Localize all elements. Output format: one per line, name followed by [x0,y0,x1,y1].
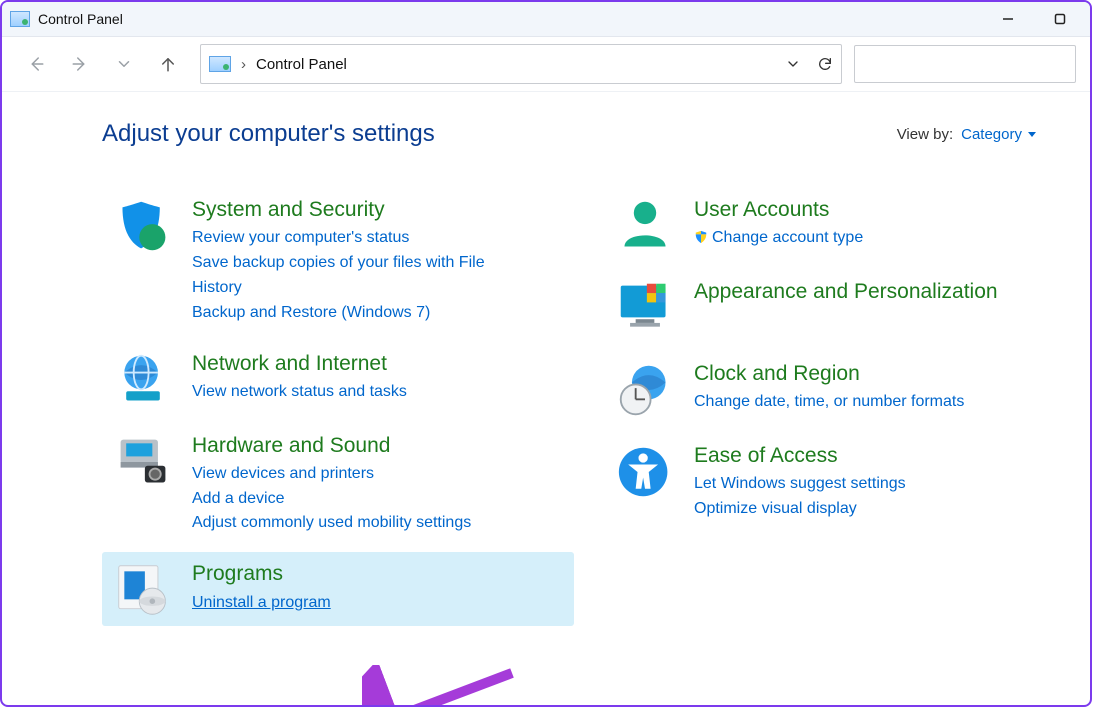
task-link-add-device[interactable]: Add a device [192,487,532,512]
globe-icon [113,352,173,408]
breadcrumb-control-panel[interactable]: Control Panel [256,56,347,73]
breadcrumb-chevron-icon: › [241,56,246,73]
forward-button[interactable] [60,44,100,84]
categories-column-left: System and Security Review your computer… [102,188,574,634]
category-user-accounts[interactable]: User Accounts Change account type [604,188,1076,262]
category-clock-and-region[interactable]: Clock and Region Change date, time, or n… [604,352,1076,426]
search-input[interactable] [854,45,1076,83]
uac-shield-icon [694,230,708,244]
control-panel-icon [10,11,30,27]
category-title: Hardware and Sound [192,432,564,460]
task-link-change-date-formats[interactable]: Change date, time, or number formats [694,390,1034,415]
address-bar[interactable]: › Control Panel [200,44,842,84]
chevron-down-icon [1028,132,1036,137]
task-link-mobility-settings[interactable]: Adjust commonly used mobility settings [192,511,532,536]
category-title: System and Security [192,196,564,224]
task-link-file-history[interactable]: Save backup copies of your files with Fi… [192,251,532,301]
task-link-backup-restore[interactable]: Backup and Restore (Windows 7) [192,301,532,326]
category-ease-of-access[interactable]: Ease of Access Let Windows suggest setti… [604,434,1076,530]
printer-camera-icon [113,434,173,490]
category-title: User Accounts [694,196,1066,224]
control-panel-mini-icon [209,56,231,72]
monitor-icon [615,280,675,336]
task-link-windows-suggest[interactable]: Let Windows suggest settings [694,472,1034,497]
category-title: Network and Internet [192,350,564,378]
window-title: Control Panel [38,11,123,27]
view-by-dropdown[interactable]: Category [961,126,1036,143]
categories-column-right: User Accounts Change account type [604,188,1076,634]
up-button[interactable] [148,44,188,84]
programs-icon [113,562,173,618]
category-programs[interactable]: Programs Uninstall a program [102,552,574,626]
category-system-and-security[interactable]: System and Security Review your computer… [102,188,574,334]
category-network-and-internet[interactable]: Network and Internet View network status… [102,342,574,416]
category-title: Clock and Region [694,360,1066,388]
category-title: Ease of Access [694,442,1066,470]
page-header-row: Adjust your computer's settings View by:… [102,120,1066,148]
control-panel-window: Control Panel › Control Panel [0,0,1092,707]
shield-icon [113,198,173,254]
refresh-button[interactable] [817,56,833,72]
task-link-review-status[interactable]: Review your computer's status [192,226,532,251]
task-link-uninstall-program[interactable]: Uninstall a program [192,591,532,616]
recent-locations-button[interactable] [104,44,144,84]
task-link-network-status[interactable]: View network status and tasks [192,380,532,405]
maximize-button[interactable] [1038,5,1082,33]
clock-globe-icon [615,362,675,418]
back-button[interactable] [16,44,56,84]
accessibility-icon [615,444,675,500]
task-link-optimize-display[interactable]: Optimize visual display [694,497,1034,522]
category-appearance-personalization[interactable]: Appearance and Personalization [604,270,1076,344]
navigation-bar: › Control Panel [2,37,1090,92]
titlebar: Control Panel [2,2,1090,37]
categories-grid: System and Security Review your computer… [102,188,1066,634]
category-title: Programs [192,560,564,588]
user-icon [615,198,675,254]
page-title: Adjust your computer's settings [102,120,435,148]
category-hardware-and-sound[interactable]: Hardware and Sound View devices and prin… [102,424,574,545]
view-by-value: Category [961,126,1022,143]
annotation-arrow-icon [362,665,522,705]
address-dropdown-button[interactable] [785,56,801,72]
content-area: Adjust your computer's settings View by:… [2,92,1090,705]
view-by-label: View by: [897,126,953,143]
task-link-devices-printers[interactable]: View devices and printers [192,462,532,487]
task-link-change-account-type[interactable]: Change account type [694,226,1034,251]
minimize-button[interactable] [986,5,1030,33]
category-title: Appearance and Personalization [694,278,1066,306]
